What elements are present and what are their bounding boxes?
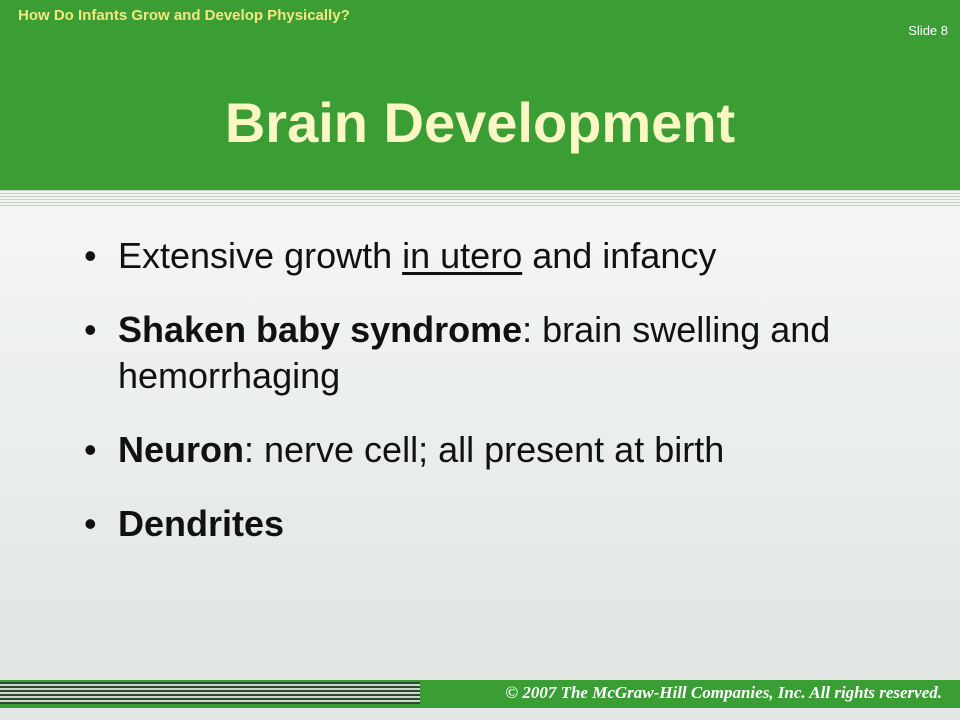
underlined-term: in utero xyxy=(402,235,523,276)
bullet-text: : nerve cell; all present at birth xyxy=(244,429,725,470)
bold-term: Neuron xyxy=(118,429,244,470)
bullet-item: Neuron: nerve cell; all present at birth xyxy=(84,427,904,473)
slide-title: Brain Development xyxy=(224,91,736,154)
bold-term: Shaken baby syndrome xyxy=(118,309,523,350)
bullet-item: Shaken baby syndrome: brain swelling and… xyxy=(84,307,904,399)
copyright-notice: © 2007 The McGraw-Hill Companies, Inc. A… xyxy=(505,683,942,702)
slide: How Do Infants Grow and Develop Physical… xyxy=(0,0,960,720)
bold-term: Dendrites xyxy=(118,503,285,544)
footer-bottom-strip xyxy=(0,708,960,720)
section-subtitle: How Do Infants Grow and Develop Physical… xyxy=(18,7,350,24)
bullet-item: Extensive growth in utero and infancy xyxy=(84,233,904,279)
bullet-text: and infancy xyxy=(522,235,717,276)
slide-number: Slide 8 xyxy=(908,23,948,38)
bullet-text: Extensive growth xyxy=(118,235,403,276)
header-band: How Do Infants Grow and Develop Physical… xyxy=(0,0,960,190)
header-divider-stripes xyxy=(0,190,960,208)
footer-stripes xyxy=(0,682,420,704)
bullet-list: Extensive growth in utero and infancy Sh… xyxy=(84,233,904,575)
bullet-item: Dendrites xyxy=(84,501,904,547)
